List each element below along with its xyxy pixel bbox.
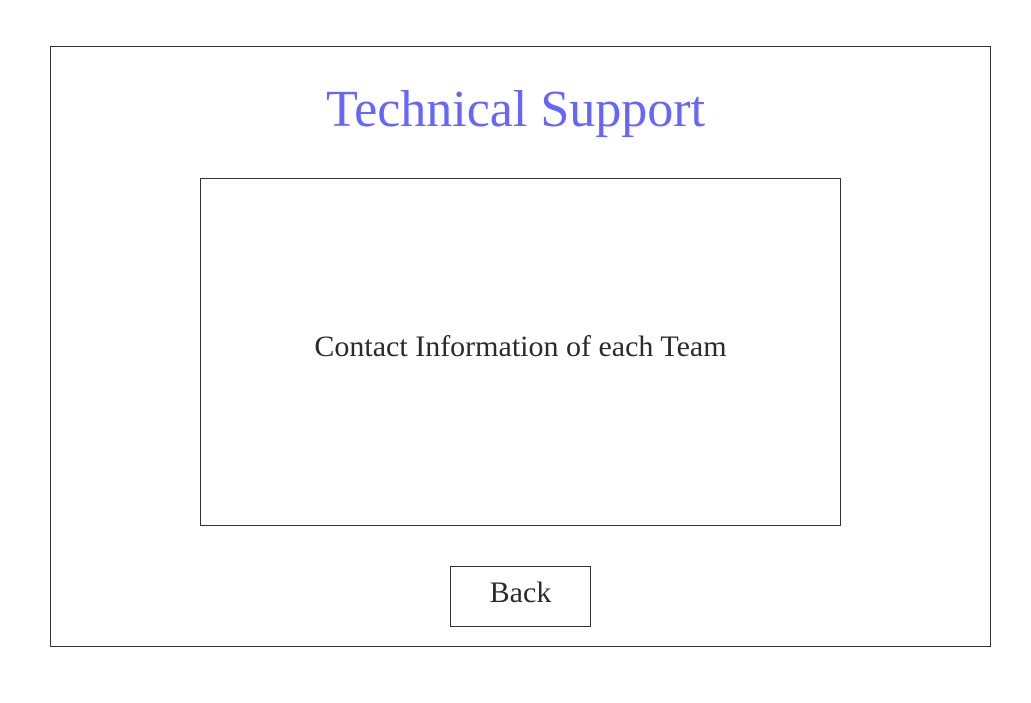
page-title: Technical Support [325,81,706,138]
back-button-label: Back [489,575,552,609]
back-button[interactable]: Back [450,566,591,627]
contact-info-panel: Contact Information of each Team [200,178,841,526]
contact-info-text: Contact Information of each Team [314,330,727,363]
